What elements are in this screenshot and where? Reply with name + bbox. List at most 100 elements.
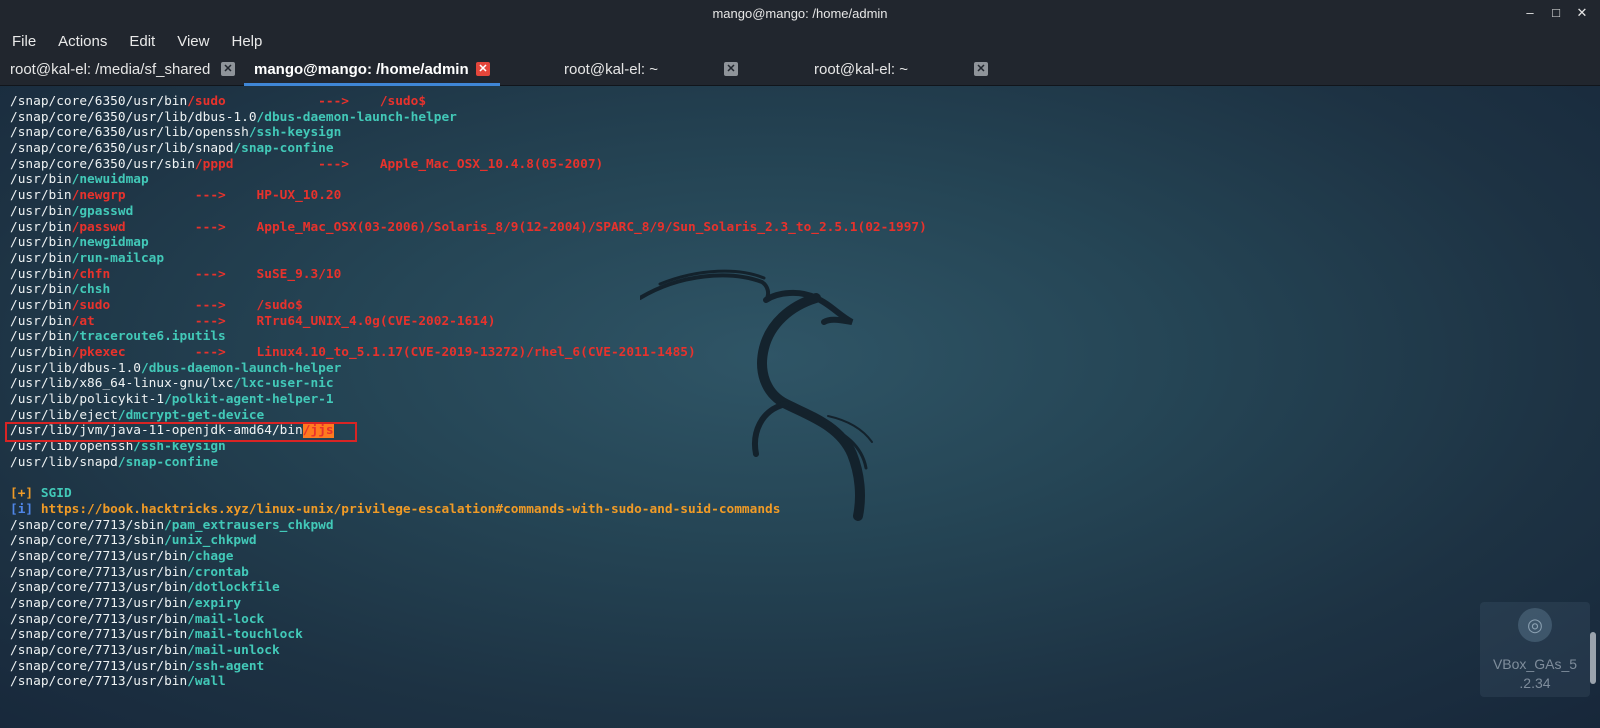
terminal-text-segment: /usr/bin [10,329,72,345]
tab-close-icon[interactable]: ✕ [221,62,235,76]
terminal-text-segment: /mail-touchlock [187,627,303,643]
terminal-line: /snap/core/7713/usr/bin/chage [10,549,927,565]
terminal-text-segment: /usr/bin [10,203,72,219]
terminal-text-segment: /usr/bin [10,250,72,266]
terminal-text-segment: /pam_extrausers_chkpwd [164,517,334,533]
terminal-line: /usr/bin/run-mailcap [10,251,927,267]
terminal-line: /snap/core/7713/usr/bin/mail-unlock [10,643,927,659]
terminal-line: /usr/bin/chsh [10,282,927,298]
scrollbar-thumb[interactable] [1590,632,1596,684]
terminal-text-segment: /dotlockfile [187,580,280,596]
menu-bar: File Actions Edit View Help [0,28,1600,54]
tab-close-icon[interactable]: ✕ [974,62,988,76]
terminal-output[interactable]: /snap/core/6350/usr/bin/sudo ---> /sudo$… [0,86,1600,728]
terminal-line: /snap/core/6350/usr/lib/snapd/snap-confi… [10,141,927,157]
terminal-line: /usr/bin/gpasswd [10,204,927,220]
terminal-text-segment: /sudo [71,297,111,313]
vbox-gas-desktop-icon[interactable]: ◎ VBox_GAs_5 .2.34 [1480,602,1590,697]
maximize-icon[interactable]: □ [1548,4,1564,22]
terminal-text-segment: /unix_chkpwd [164,533,257,549]
terminal-text-segment: /snap/core/7713/usr/bin [10,643,188,659]
terminal-line: /usr/lib/snapd/snap-confine [10,455,927,471]
terminal-text-segment: /snap/core/7713/sbin [10,533,165,549]
terminal-text-segment: /usr/bin [10,172,72,188]
terminal-text-segment: ---> /sudo$ [110,297,303,313]
terminal-text-segment: /traceroute6.iputils [71,329,226,345]
terminal-text-segment: /crontab [187,564,249,580]
tab-root-sf-shared[interactable]: root@kal-el: /media/sf_shared ✕ [0,54,244,86]
terminal-line: /snap/core/6350/usr/sbin/pppd ---> Apple… [10,157,927,173]
tab-label: root@kal-el: ~ [814,61,909,78]
terminal-text-segment: ---> Apple_Mac_OSX_10.4.8(05-2007) [233,156,604,172]
terminal-text-segment: /dbus-daemon-launch-helper [256,109,457,125]
terminal-line: /snap/core/6350/usr/lib/dbus-1.0/dbus-da… [10,110,927,126]
terminal-text-segment: /usr/bin [10,219,72,235]
terminal-text-segment: /snap/core/6350/usr/sbin [10,156,195,172]
terminal-line: /usr/bin/newgrp ---> HP-UX_10.20 [10,188,927,204]
terminal-line: /usr/bin/at ---> RTru64_UNIX_4.0g(CVE-20… [10,314,927,330]
menu-edit[interactable]: Edit [121,33,163,50]
window-title: mango@mango: /home/admin [712,6,888,21]
terminal-text-segment: /dmcrypt-get-device [117,407,265,423]
terminal-text-segment: /usr/bin [10,297,72,313]
terminal-line: /usr/lib/dbus-1.0/dbus-daemon-launch-hel… [10,361,927,377]
menu-actions[interactable]: Actions [50,33,115,50]
terminal-text-segment: /snap/core/7713/usr/bin [10,627,188,643]
terminal-text-segment: /ssh-agent [187,658,265,674]
terminal-line: /snap/core/6350/usr/bin/sudo ---> /sudo$ [10,94,927,110]
terminal-text-segment: /snap-confine [233,141,334,157]
desktop-icon-label: VBox_GAs_5 .2.34 [1492,656,1578,691]
terminal-line: /snap/core/7713/usr/bin/mail-lock [10,612,927,628]
menu-file[interactable]: File [4,33,44,50]
terminal-text-segment: /usr/bin [10,345,72,360]
terminal-text-segment: /ssh-keysign [248,125,342,141]
jjs-highlight-box [5,422,357,442]
terminal-line: /snap/core/7713/sbin/unix_chkpwd [10,533,927,549]
tab-close-icon[interactable]: ✕ [476,62,490,76]
terminal-line: /snap/core/7713/usr/bin/wall [10,674,927,690]
terminal-line: /usr/bin/passwd ---> Apple_Mac_OSX(03-20… [10,220,927,236]
terminal-text-segment: /usr/lib/dbus-1.0 [10,360,141,376]
terminal-text-segment: ---> SuSE_9.3/10 [110,266,342,282]
tab-root-home-1[interactable]: root@kal-el: ~ ✕ [554,54,754,86]
window-controls: – □ ✕ [1522,4,1590,22]
terminal-text-segment: /snap/core/7713/usr/bin [10,564,188,580]
terminal-text-segment: /newuidmap [71,172,149,188]
terminal-text-segment: /usr/lib/eject [10,407,118,423]
terminal-text-segment: ---> RTru64_UNIX_4.0g(CVE-2002-1614) [94,313,496,329]
terminal-text-segment: /pppd [194,156,234,172]
tab-root-home-2[interactable]: root@kal-el: ~ ✕ [804,54,1004,86]
terminal-line: /snap/core/7713/usr/bin/dotlockfile [10,580,927,596]
terminal-line: /snap/core/7713/sbin/pam_extrausers_chkp… [10,518,927,534]
terminal-line: /usr/bin/traceroute6.iputils [10,329,927,345]
tab-label: root@kal-el: /media/sf_shared [10,61,211,78]
menu-help[interactable]: Help [223,33,270,50]
tab-bar: root@kal-el: /media/sf_shared ✕ mango@ma… [0,54,1600,86]
minimize-icon[interactable]: – [1522,4,1538,22]
terminal-line: /usr/lib/policykit-1/polkit-agent-helper… [10,392,927,408]
terminal-text-segment: /lxc-user-nic [233,376,334,392]
terminal-text-segment: /at [71,313,95,329]
terminal-text-segment: /usr/bin [10,313,72,329]
terminal-text-segment: https://book.hacktricks.xyz/linux-unix/p… [40,501,781,517]
terminal-text-segment: /snap/core/7713/usr/bin [10,611,188,627]
terminal-text-segment: /polkit-agent-helper-1 [164,392,334,408]
terminal-scrollbar[interactable] [1588,86,1596,728]
terminal-text-segment: [+] [10,486,41,502]
tab-mango-home-admin[interactable]: mango@mango: /home/admin ✕ [244,54,500,86]
terminal-text-segment: /usr/lib/snapd [10,454,118,470]
tab-close-icon[interactable]: ✕ [724,62,738,76]
terminal-text-segment: /run-mailcap [71,250,165,266]
terminal-text-segment: /newgidmap [71,235,149,251]
terminal-line: [+] SGID [10,486,927,502]
terminal-text-segment: /dbus-daemon-launch-helper [140,360,342,376]
terminal-text-segment: /snap/core/6350/usr/lib/snapd [10,141,234,157]
terminal-text-segment: /usr/lib/x86_64-linux-gnu/lxc [10,376,234,392]
close-window-icon[interactable]: ✕ [1574,4,1590,22]
menu-view[interactable]: View [169,33,217,50]
terminal-line: /usr/bin/sudo ---> /sudo$ [10,298,927,314]
terminal-text-segment: /snap/core/6350/usr/lib/dbus-1.0 [10,109,257,125]
terminal-text-segment: ---> /sudo$ [225,94,427,109]
terminal-text-segment: /snap/core/7713/usr/bin [10,548,188,564]
terminal-line: /usr/bin/chfn ---> SuSE_9.3/10 [10,267,927,283]
